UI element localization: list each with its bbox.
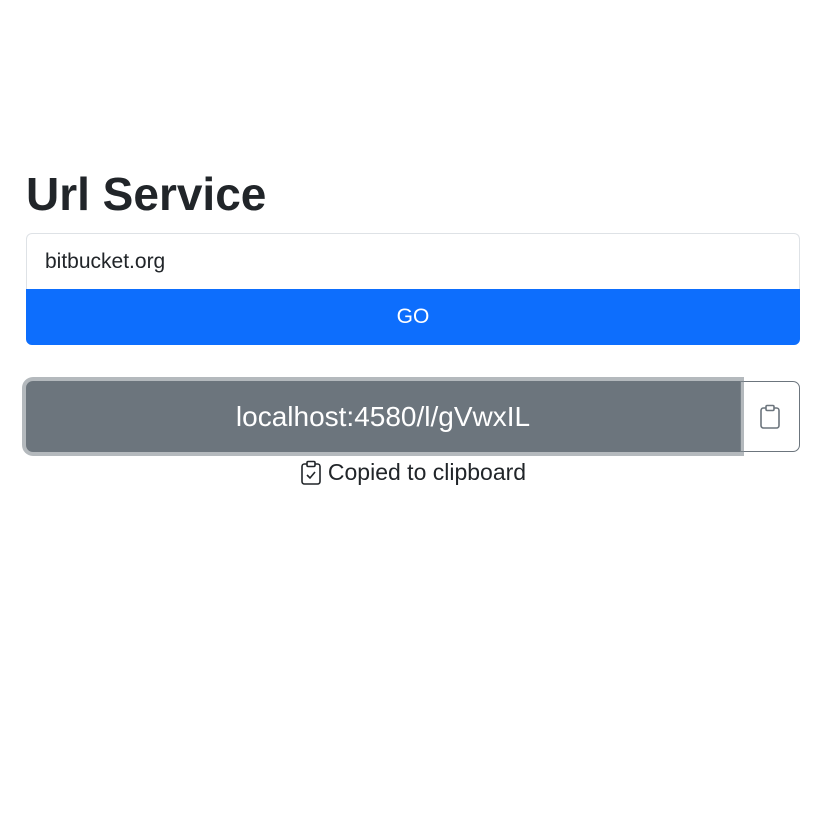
clipboard-icon bbox=[758, 404, 782, 430]
short-url-button[interactable]: localhost:4580/l/gVwxIL bbox=[26, 381, 740, 452]
copy-to-clipboard-button[interactable] bbox=[740, 381, 800, 452]
url-input[interactable] bbox=[26, 233, 800, 289]
clipboard-check-icon bbox=[300, 460, 322, 485]
go-button[interactable]: GO bbox=[26, 289, 800, 345]
page-title: Url Service bbox=[26, 168, 267, 220]
copy-status: Copied to clipboard bbox=[26, 458, 800, 486]
result-group: localhost:4580/l/gVwxIL bbox=[26, 381, 800, 452]
copy-status-text: Copied to clipboard bbox=[327, 458, 527, 485]
